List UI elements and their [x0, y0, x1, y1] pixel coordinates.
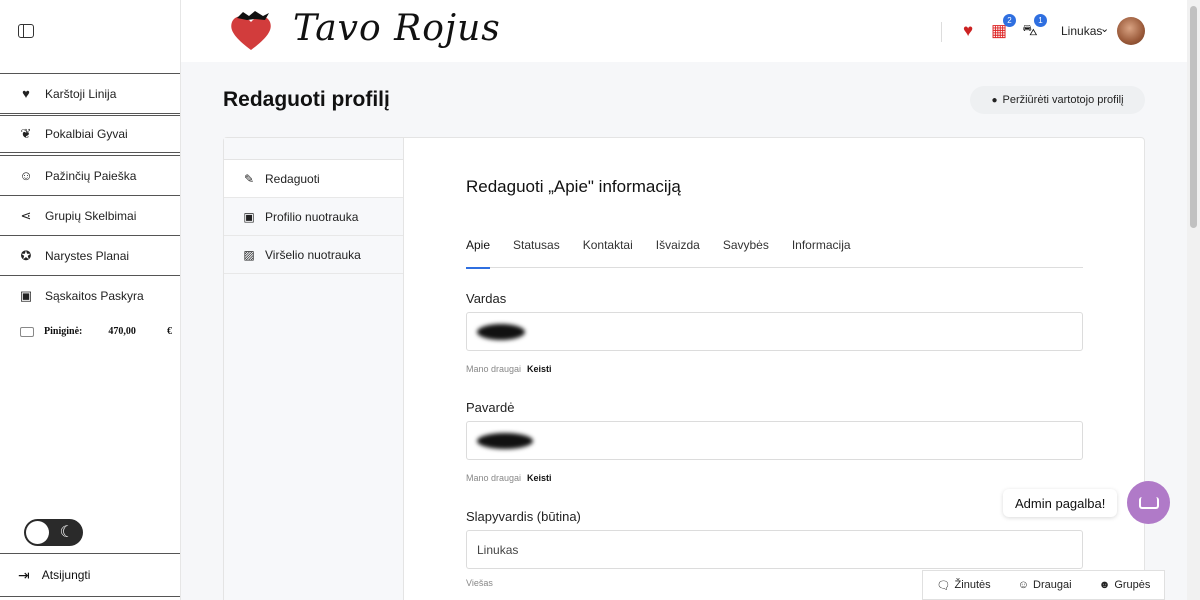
- edit-profile-card: ✎ Redaguoti ▣ Profilio nuotrauka ▨ Virše…: [223, 137, 1145, 600]
- sidebar-item-label: Karštoji Linija: [45, 86, 117, 101]
- visibility-text: Mano draugai: [466, 473, 522, 483]
- side-nav-edit[interactable]: ✎ Redaguoti: [224, 160, 403, 198]
- last-name-label: Pavardė: [466, 400, 515, 415]
- wallet-currency: €: [167, 326, 172, 337]
- wallet-icon: [20, 326, 34, 337]
- tab-statusas[interactable]: Statusas: [513, 238, 560, 268]
- hot-heart-icon[interactable]: ♥: [957, 20, 979, 42]
- last-name-input[interactable]: [466, 421, 1083, 460]
- nickname-value: Linukas: [477, 542, 519, 557]
- user-name[interactable]: Linukas: [1061, 24, 1102, 38]
- tab-apie[interactable]: Apie: [466, 238, 491, 269]
- share-icon: ⋖: [20, 207, 32, 223]
- chat-launcher-button[interactable]: [1127, 481, 1170, 524]
- nickname-label: Slapyvardis (būtina): [466, 509, 581, 524]
- chevron-down-icon[interactable]: ⌄: [1100, 22, 1109, 35]
- wallet-label: Piniginė:: [44, 326, 83, 337]
- change-visibility-link[interactable]: Keisti: [527, 473, 552, 483]
- first-name-label: Vardas: [466, 291, 507, 306]
- logout-button[interactable]: ⇥ Atsijungti: [0, 553, 180, 597]
- sidebar-item-narystes-planai[interactable]: ✪ Narystes Planai: [0, 235, 180, 275]
- users-icon: ☺: [1017, 579, 1030, 591]
- side-nav-label: Redaguoti: [265, 171, 320, 186]
- cart-badge: 1: [1034, 14, 1047, 27]
- gift-badge: 2: [1003, 14, 1016, 27]
- form-tabs: Apie Statusas Kontaktai Išvaizda Savybės…: [466, 238, 1083, 269]
- bottom-friends-button[interactable]: ☺ Draugai: [1018, 579, 1072, 591]
- group-icon: ☻: [1098, 579, 1111, 591]
- dark-mode-toggle[interactable]: ☾: [24, 519, 83, 546]
- toggle-knob: [26, 521, 49, 544]
- bottom-messages-button[interactable]: 🗨 Žinutės: [937, 579, 991, 592]
- image-icon: ▨: [243, 247, 255, 262]
- sidebar-item-label: Narystes Planai: [45, 248, 130, 263]
- scrollbar-thumb[interactable]: [1190, 6, 1197, 228]
- edit-icon: ✎: [243, 171, 255, 186]
- last-name-visibility: Mano draugai Keisti: [466, 473, 552, 483]
- sidebar-item-pokalbiai-gyvai[interactable]: ❦ Pokalbiai Gyvai: [0, 115, 180, 153]
- first-name-input[interactable]: [466, 312, 1083, 351]
- heart-fire-icon: ♥: [22, 86, 30, 101]
- cart-icon[interactable]: ⛍ 1: [1019, 14, 1047, 42]
- tab-kontaktai[interactable]: Kontaktai: [583, 238, 633, 268]
- first-name-visibility: Mano draugai Keisti: [466, 364, 552, 374]
- redacted-value: [477, 432, 533, 449]
- side-nav-label: Profilio nuotrauka: [265, 209, 359, 224]
- bottom-bar: 🗨 Žinutės ☺ Draugai ☻ Grupės: [922, 570, 1165, 600]
- side-nav-cover-photo[interactable]: ▨ Viršelio nuotrauka: [224, 236, 403, 274]
- nickname-visibility: Viešas: [466, 578, 493, 588]
- tab-savybes[interactable]: Savybės: [723, 238, 769, 268]
- chat-bubbles-icon: 🗨: [936, 579, 951, 592]
- change-visibility-link[interactable]: Keisti: [527, 364, 552, 374]
- account-icon: ▣: [19, 287, 33, 303]
- profile-side-nav: ✎ Redaguoti ▣ Profilio nuotrauka ▨ Virše…: [224, 138, 404, 600]
- award-icon: ✪: [20, 247, 32, 263]
- admin-help-bubble[interactable]: Admin pagalba!: [1003, 489, 1118, 517]
- tab-isvaizda[interactable]: Išvaizda: [656, 238, 700, 268]
- sidebar-item-label: Sąskaitos Paskyra: [45, 288, 144, 303]
- sidebar: ♥ Karštoji Linija ❦ Pokalbiai Gyvai ☺ Pa…: [0, 0, 181, 600]
- page-title: Redaguoti profilį: [223, 88, 390, 111]
- gift-icon[interactable]: ▦ 2: [988, 14, 1016, 42]
- visibility-text: Mano draugai: [466, 364, 522, 374]
- bottom-label: Grupės: [1114, 579, 1151, 591]
- hearts-icon: ❦: [20, 126, 32, 141]
- logout-icon: ⇥: [18, 566, 30, 583]
- bottom-label: Draugai: [1033, 579, 1072, 591]
- wallet-balance: Piniginė: 470,00 €: [20, 326, 172, 337]
- sidebar-item-grupiu-skelbimai[interactable]: ⋖ Grupių Skelbimai: [0, 195, 180, 235]
- sidebar-item-pazinciu-paieska[interactable]: ☺ Pažinčių Paieška: [0, 155, 180, 195]
- header-divider: [941, 22, 942, 42]
- tab-informacija[interactable]: Informacija: [792, 238, 851, 268]
- view-profile-label: Peržiūrėti vartotojo profilį: [1002, 94, 1124, 106]
- sidebar-item-label: Pažinčių Paieška: [45, 168, 137, 183]
- redacted-value: [477, 323, 525, 340]
- wallet-amount: 470,00: [108, 326, 136, 337]
- sidebar-item-label: Grupių Skelbimai: [45, 208, 137, 223]
- sidebar-toggle-icon[interactable]: [18, 24, 34, 38]
- logo-heart-icon[interactable]: [229, 10, 273, 52]
- sidebar-item-saskaitos-paskyra[interactable]: ▣ Sąskaitos Paskyra: [0, 275, 180, 315]
- bottom-label: Žinutės: [954, 579, 991, 591]
- page-scrollbar[interactable]: [1187, 0, 1200, 600]
- bottom-groups-button[interactable]: ☻ Grupės: [1099, 579, 1151, 591]
- side-nav-spacer: [224, 138, 403, 160]
- users-icon: ☺: [19, 168, 33, 183]
- sidebar-item-karstoji-linija[interactable]: ♥ Karštoji Linija: [0, 73, 180, 114]
- side-nav-label: Viršelio nuotrauka: [265, 247, 361, 262]
- portrait-icon: ▣: [243, 209, 255, 224]
- top-header: Tavo Rojus ♥ ▦ 2 ⛍ 1 Linukas ⌄: [181, 0, 1187, 62]
- side-nav-profile-photo[interactable]: ▣ Profilio nuotrauka: [224, 198, 403, 236]
- nickname-input[interactable]: Linukas: [466, 530, 1083, 569]
- view-profile-button[interactable]: ● Peržiūrėti vartotojo profilį: [970, 86, 1145, 114]
- avatar[interactable]: [1117, 17, 1145, 45]
- sidebar-item-label: Pokalbiai Gyvai: [45, 127, 128, 141]
- logout-label: Atsijungti: [41, 568, 91, 582]
- chat-icon: [1138, 496, 1159, 509]
- user-icon: ●: [991, 94, 998, 106]
- form-title: Redaguoti „Apie" informaciją: [466, 177, 681, 196]
- logo-text[interactable]: Tavo Rojus: [293, 8, 501, 49]
- moon-icon: ☾: [59, 524, 74, 541]
